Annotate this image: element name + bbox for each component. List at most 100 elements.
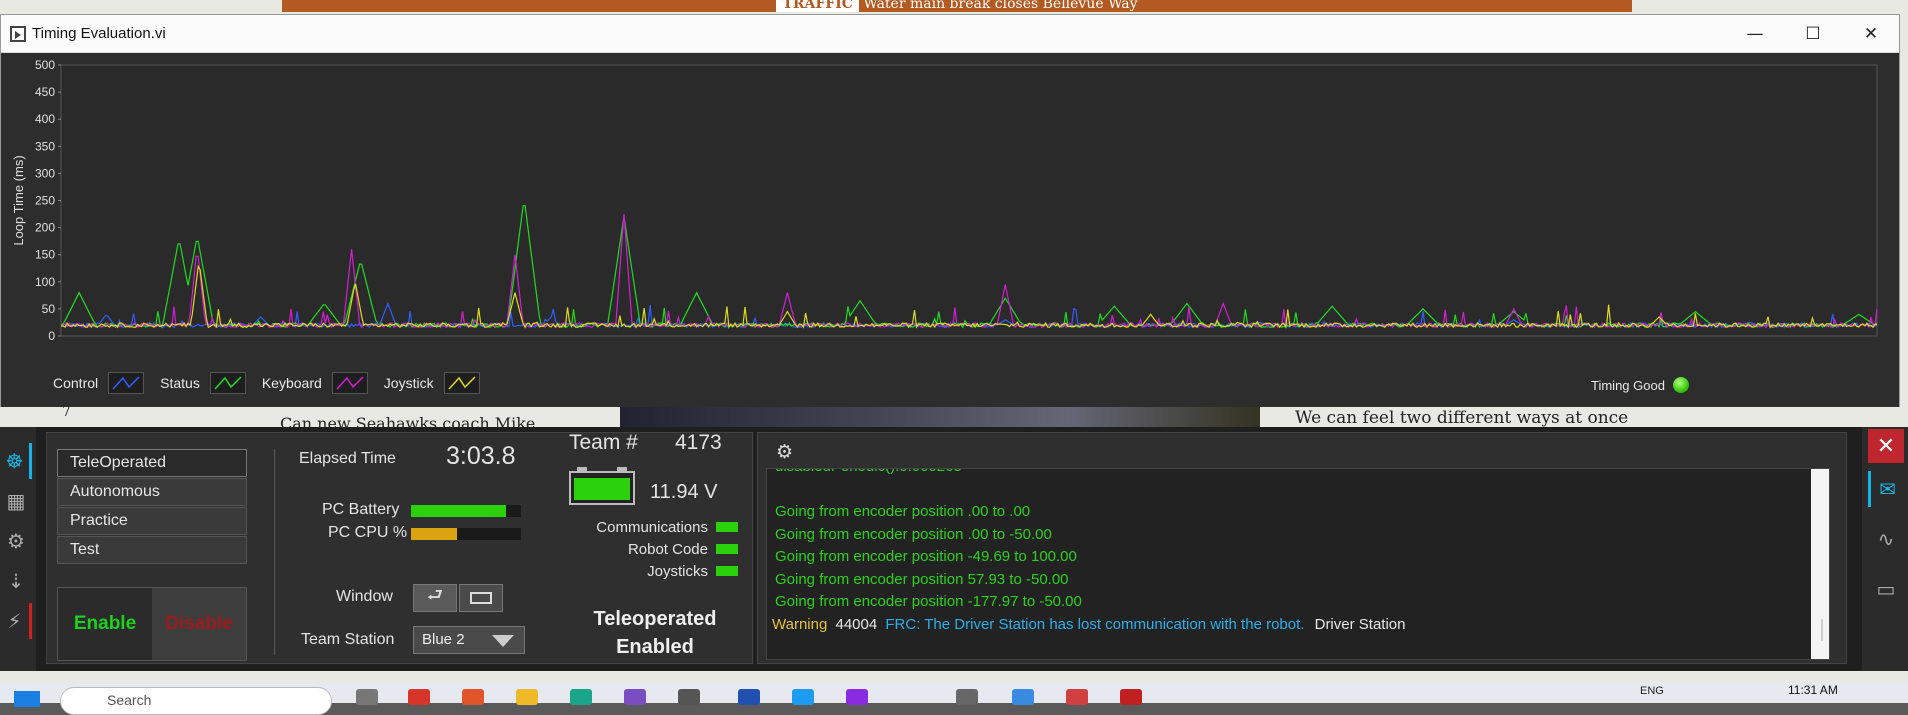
divider	[274, 449, 275, 655]
legend-item-joystick[interactable]: Joystick	[384, 372, 480, 394]
plot-area	[60, 64, 1878, 337]
legend-item-keyboard[interactable]: Keyboard	[262, 372, 368, 394]
legend-swatch-icon[interactable]	[331, 372, 368, 394]
pc-cpu-label: PC CPU %	[328, 524, 408, 541]
window-label: Window	[336, 588, 393, 605]
elapsed-time-value: 3:03.8	[446, 442, 516, 470]
warning-source: Driver Station	[1314, 615, 1406, 633]
team-station-label: Team Station	[301, 631, 395, 648]
charts-tab-icon[interactable]: ∿	[1868, 521, 1904, 557]
y-tick-label: 150	[35, 248, 55, 262]
legend-label: Keyboard	[261, 375, 322, 391]
minimize-button[interactable]: —	[1726, 15, 1784, 53]
both-tab-icon[interactable]: ▭	[1868, 571, 1904, 607]
mode-autonomous[interactable]: Autonomous	[57, 478, 247, 506]
log-line: Going from encoder position -49.69 to 10…	[775, 548, 1077, 565]
window-maximize-button[interactable]	[459, 584, 503, 612]
legend-label: Status	[160, 375, 200, 391]
enable-button[interactable]: Enable	[58, 588, 152, 660]
warning-text: FRC: The Driver Station has lost communi…	[885, 615, 1305, 633]
steering-wheel-icon[interactable]: ☸	[0, 443, 32, 479]
mode-selector: TeleOperated Autonomous Practice Test	[57, 449, 247, 565]
team-station-select[interactable]: Blue 2	[413, 626, 525, 654]
team-station-value: Blue 2	[422, 631, 465, 648]
y-tick-label: 350	[35, 139, 55, 153]
log-line: Going from encoder position 57.93 to -50…	[775, 570, 1069, 588]
legend-swatch-icon[interactable]	[443, 372, 480, 394]
team-label: Team #	[569, 431, 638, 454]
battery-icon	[569, 467, 635, 505]
disable-button[interactable]: Disable	[152, 588, 246, 660]
joysticks-row: Joysticks	[568, 563, 738, 580]
usb-icon[interactable]: ⇣	[0, 563, 32, 599]
enable-disable-group: Enable Disable	[57, 587, 247, 661]
log-line: Going from encoder position .00 to .00	[775, 503, 1031, 520]
log-line: Going from encoder position .00 to -50.0…	[775, 525, 1052, 543]
article-headline-right[interactable]: We can feel two different ways at once	[1295, 408, 1628, 428]
robot-status-panel: Team # 4173 11.94 V Communications Robot…	[560, 427, 750, 667]
y-tick-label: 50	[42, 302, 56, 316]
legend-label: Control	[53, 375, 99, 391]
message-log[interactable]: disabledPeriodic():0.000265 Going from e…	[766, 468, 1830, 660]
communications-label: Communications	[596, 519, 708, 536]
legend-item-control[interactable]: Control	[53, 372, 145, 394]
chevron-down-icon	[492, 635, 514, 647]
mode-practice[interactable]: Practice	[57, 507, 247, 535]
taskbar: Search ENG 11:31 AM	[0, 683, 1908, 715]
power-icon[interactable]: ⚡	[0, 603, 32, 639]
banner-text: Water main break closes Bellevue Way	[863, 0, 1138, 12]
communications-row: Communications	[568, 519, 738, 536]
robot-state: Teleoperated Enabled	[570, 605, 740, 661]
language-indicator[interactable]: ENG	[1640, 685, 1664, 697]
status-led-icon	[1672, 377, 1689, 393]
communications-indicator	[716, 522, 738, 532]
mode-test[interactable]: Test	[57, 536, 247, 564]
driver-station: ☸ ▦ ⚙ ⇣ ⚡ TeleOperated Autonomous Practi…	[0, 427, 1908, 671]
elapsed-time-label: Elapsed Time	[299, 450, 396, 467]
close-icon[interactable]: ✕	[1868, 429, 1904, 463]
clock[interactable]: 11:31 AM	[1788, 683, 1838, 697]
robot-code-label: Robot Code	[627, 541, 708, 558]
messages-panel: ⚙ disabledPeriodic():0.000265 Going from…	[757, 432, 1847, 664]
diagnostics-icon[interactable]: ▦	[0, 483, 32, 519]
y-tick-label: 200	[35, 221, 55, 235]
scrollbar-thumb[interactable]	[1821, 619, 1823, 641]
loop-time-chart: 0 50 100 150 200 250 300 350 400 450 500 Loop Time …	[11, 58, 1878, 343]
y-tick-label: 0	[48, 329, 55, 343]
mode-teleoperated[interactable]: TeleOperated	[57, 449, 247, 477]
legend-item-status[interactable]: Status	[160, 372, 246, 394]
legend-swatch-icon[interactable]	[108, 372, 145, 394]
log-line: disabledPeriodic():0.000265	[767, 469, 1829, 479]
window-icon	[470, 592, 492, 604]
y-tick-label: 500	[35, 58, 55, 72]
windows-start-icon[interactable]	[14, 691, 40, 707]
maximize-button[interactable]: ☐	[1784, 15, 1842, 53]
taskbar-search[interactable]: Search	[60, 687, 332, 715]
joysticks-label: Joysticks	[647, 563, 708, 580]
team-number: 4173	[675, 431, 722, 454]
window-dock-button[interactable]: ⮐	[413, 584, 457, 612]
y-tick-label: 450	[35, 85, 55, 99]
warning-label: Warning	[772, 615, 828, 633]
chart-legend: Control Status Keyboard Joystick	[53, 369, 496, 397]
gear-icon[interactable]: ⚙	[776, 441, 793, 463]
joysticks-indicator	[716, 566, 738, 576]
battery-voltage: 11.94 V	[650, 481, 718, 503]
legend-swatch-icon[interactable]	[209, 372, 246, 394]
y-tick-label: 300	[35, 166, 55, 180]
robot-code-indicator	[716, 544, 738, 554]
warning-code: 44004	[835, 615, 878, 633]
timing-evaluation-window: Timing Evaluation.vi — ☐ ✕ 0 50 100 150 200 2…	[0, 14, 1900, 407]
robot-state-line1: Teleoperated	[593, 608, 717, 630]
log-line: Going from encoder position -177.97 to -…	[775, 593, 1082, 610]
close-button[interactable]: ✕	[1842, 15, 1900, 53]
messages-tab-icon[interactable]: ✉	[1868, 471, 1904, 507]
message-scrollbar[interactable]	[1811, 469, 1829, 659]
news-banner[interactable]: TRAFFIC Water main break closes Bellevue…	[282, 0, 1632, 12]
legend-label: Joystick	[383, 375, 434, 391]
labview-vi-icon	[10, 25, 26, 42]
robot-code-row: Robot Code	[568, 541, 738, 558]
title-bar[interactable]: Timing Evaluation.vi — ☐ ✕	[1, 15, 1899, 53]
gear-icon[interactable]: ⚙	[0, 523, 32, 559]
timing-good-label: Timing Good	[1591, 377, 1665, 393]
